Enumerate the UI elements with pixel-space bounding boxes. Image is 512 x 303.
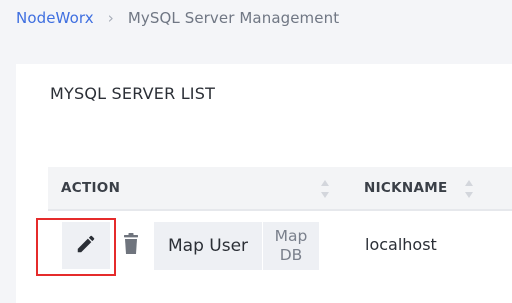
column-header-nickname[interactable]: NICKNAME: [364, 167, 448, 209]
breadcrumb-current-page: MySQL Server Management: [127, 9, 340, 27]
edit-button[interactable]: [62, 222, 110, 269]
sort-action-icon[interactable]: [320, 178, 330, 200]
card-title: MYSQL SERVER LIST: [50, 84, 216, 103]
column-header-nickname-label: NICKNAME: [364, 180, 448, 196]
map-db-label-line2: DB: [279, 246, 303, 264]
nickname-cell: localhost: [365, 235, 437, 254]
map-db-button[interactable]: Map DB: [263, 222, 319, 270]
map-db-label-line1: Map: [274, 227, 308, 245]
pencil-icon: [75, 233, 97, 259]
column-header-action-label: ACTION: [61, 180, 121, 196]
sort-nickname-icon[interactable]: [464, 178, 474, 200]
column-header-action[interactable]: ACTION: [61, 167, 120, 209]
breadcrumb-nodeworx-link[interactable]: NodeWorx: [16, 9, 94, 27]
delete-button[interactable]: [117, 226, 145, 266]
breadcrumb-separator: ›: [107, 9, 114, 27]
table-header: ACTION NICKNAME: [48, 167, 512, 211]
breadcrumb: NodeWorx › MySQL Server Management: [16, 8, 339, 28]
map-user-button[interactable]: Map User: [154, 222, 262, 270]
trash-icon: [122, 233, 140, 259]
